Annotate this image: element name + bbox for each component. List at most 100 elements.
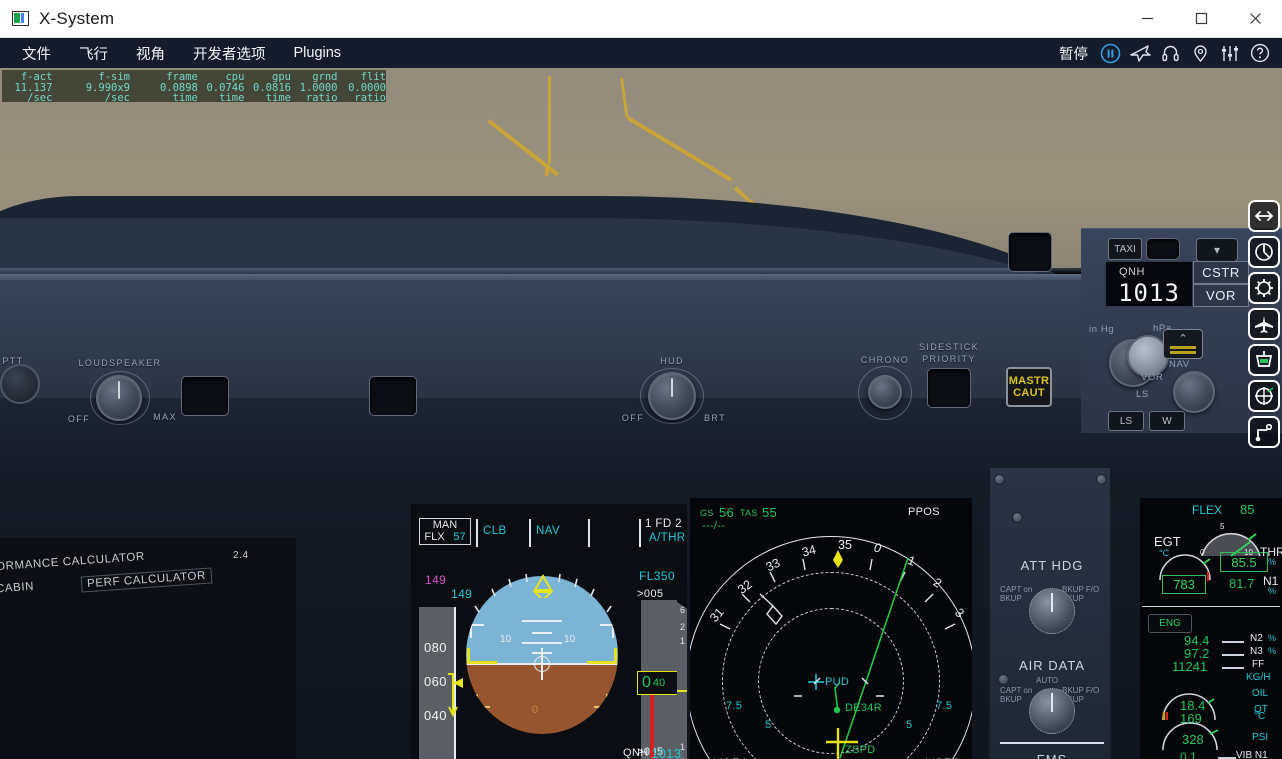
qnh-value: 1013 [1118,279,1180,307]
master-caution-line2: CAUT [1013,387,1045,399]
menu-item-plugins[interactable]: Plugins [280,38,356,68]
nd-waypoint-de34r: DE34R [845,702,882,714]
menu-item-file[interactable]: 文件 [8,38,65,68]
headset-icon[interactable] [1156,39,1184,67]
chevron-down-icon[interactable]: ▾ [1196,238,1238,262]
att-hdg-selector[interactable] [1029,588,1075,634]
efis-blank-button-1[interactable] [1146,238,1180,260]
fps-header-cpu: cpu [225,71,245,83]
efis-chevron-up-button[interactable]: ⌃ [1163,329,1203,359]
ewd-flex-label: FLEX [1192,503,1223,517]
glareshield-blank-button-3[interactable] [1008,232,1052,272]
aircraft-icon[interactable] [1248,308,1280,340]
efis-mode-selector-knob[interactable] [1173,371,1215,413]
glareshield-blank-button-2[interactable] [369,376,417,416]
altitude-current-value: 0 [642,674,651,691]
help-icon[interactable] [1246,39,1274,67]
fps-unit-flit: ratio [354,92,386,104]
fma-fd: 1 FD 2 [645,518,682,530]
fma-man: MAN [432,519,458,531]
flight-path-icon[interactable] [1248,416,1280,448]
vor-button[interactable]: VOR [1193,284,1249,307]
altitude-upper-value: 005 [643,588,664,600]
qnh-label: QNH [1119,266,1145,278]
air-data-selector[interactable] [1029,688,1075,734]
cockpit-view-icon[interactable] [1248,344,1280,376]
aircraft-icon[interactable] [1126,39,1154,67]
target-icon[interactable] [1248,380,1280,412]
n1-value: 81.7 [1229,576,1255,591]
menu-item-view[interactable]: 视角 [122,38,179,68]
menu-item-developer[interactable]: 开发者选项 [179,38,280,68]
chrono-button[interactable] [868,375,902,409]
close-button[interactable] [1228,0,1282,38]
vsi-needle [677,690,687,692]
ls-button[interactable]: LS [1108,411,1144,431]
resize-icon[interactable] [1248,200,1280,232]
n2-unit: % [1268,633,1277,643]
nd-range-right-inner: 5 [906,719,913,731]
ff-unit: KG/H [1246,672,1271,683]
scene-watermark: 窗口截图(W) [640,192,788,220]
simulator-viewport[interactable]: 窗口截图(W) f-act f-sim frame cpu gpu grnd f… [0,68,1282,759]
ptt-label: PTT [2,356,24,366]
vor-mode-label: VOR [1141,372,1164,383]
nd-waypoint-zspd: ZSPD [845,744,876,756]
pause-icon[interactable] [1096,39,1124,67]
loudspeaker-knob[interactable] [96,375,142,421]
fps-header-grnd: grnd [312,71,338,83]
egt-label: EGT [1154,534,1181,549]
mcdu-line-performance: ORMANCE CALCULATOR [0,550,146,574]
w-button[interactable]: W [1149,411,1185,431]
att-hdg-title: ATT HDG [1020,558,1084,573]
nav-mode-label: NAV [1169,359,1190,370]
right-toolbar [1246,200,1282,448]
thr-tick-5: 5 [1220,522,1225,531]
gear-icon[interactable] [1248,272,1280,304]
fms-title: FMS [990,752,1114,759]
glareshield-blank-button-1[interactable] [181,376,229,416]
attitude-airdata-switch-panel: ATT HDG CAPT on BKUP BKUP F/O BKUP AIR DAT… [988,468,1112,759]
sliders-icon[interactable] [1216,39,1244,67]
application-window: X-System 文件 飞行 视角 开发者选项 Plugins 暂停 窗口截图(… [0,0,1282,759]
pfd-qnh-label: QNH [623,747,649,759]
minimize-button[interactable] [1120,0,1174,38]
hud-off-label: OFF [621,413,645,423]
left-mcdu-display[interactable]: ORMANCE CALCULATOR PERF CALCULATOR CABIN… [0,538,296,759]
eng-page-label: ENG [1148,614,1192,633]
fma-clb: CLB [483,525,507,537]
ff-label: FF [1252,659,1265,670]
maximize-button[interactable] [1174,0,1228,38]
ls-mode-label: LS [1136,389,1149,400]
master-caution-button[interactable]: MASTR CAUT [1006,367,1052,407]
nd-range-right-outer: 7.5 [936,700,953,712]
hud-brightness-knob[interactable] [648,372,696,420]
air-data-left-label: CAPT on BKUP [1000,686,1033,704]
engine-warning-display[interactable]: FLEX 85 0 5 10 85.5 THR % 81.7 N1 % EGT … [1140,498,1282,759]
fps-header-f-sim: f-sim [98,71,130,83]
navigation-display[interactable]: GS 56 TAS 55 ---/-- PPOS 31 32 33 34 35 … [690,498,972,759]
mcdu-perf-calculator-button[interactable]: PERF CALCULATOR [80,567,213,593]
power-icon[interactable] [1248,236,1280,268]
fps-overlay: f-act f-sim frame cpu gpu grnd flit 11.1… [2,70,386,104]
egt-value-box: 783 [1162,575,1206,594]
fps-unit-f-act: /sec [27,92,53,104]
ptt-socket[interactable] [0,364,40,404]
loudspeaker-label: LOUDSPEAKER [78,358,162,368]
primary-flight-display[interactable]: MAN FLX 57 CLB NAV 1 FD 2 A/THR 149 149 [411,504,687,759]
n3-unit: % [1268,646,1277,656]
sidestick-priority-button[interactable] [927,368,971,408]
pfd-qnh-value: 1013 [651,746,682,759]
thr-unit: % [1268,557,1277,567]
sidestick-priority-label-1: SIDESTICK [918,342,980,352]
nd-range-left-outer: 7.5 [726,700,743,712]
cstr-button[interactable]: CSTR [1193,261,1249,284]
menu-item-flight[interactable]: 飞行 [65,38,122,68]
mcdu-corner-value: 2.4 [233,550,249,561]
air-data-auto-label: AUTO [1036,676,1059,685]
oil-psi-value: 328 [1182,732,1204,747]
taxi-light-button[interactable]: TAXI [1108,238,1142,260]
fps-unit-frame: time [172,92,198,104]
pitch-label-right: 10 [564,634,576,645]
location-pin-icon[interactable] [1186,39,1214,67]
